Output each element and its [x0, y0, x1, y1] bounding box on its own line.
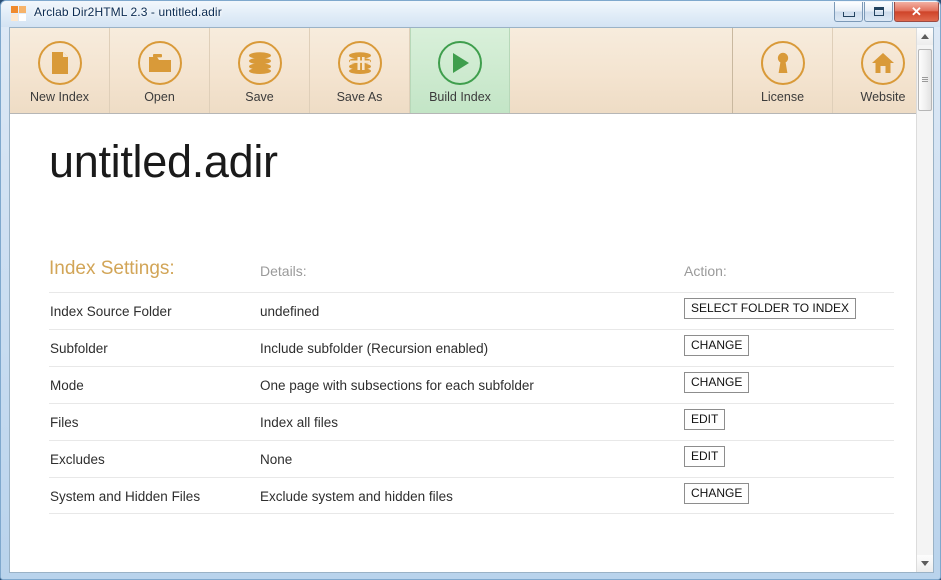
- window-title: Arclab Dir2HTML 2.3 - untitled.adir: [34, 5, 222, 19]
- toolbar-button-license[interactable]: License: [733, 28, 833, 113]
- application-window: Arclab Dir2HTML 2.3 - untitled.adir ✕ Ne…: [0, 0, 941, 580]
- setting-name: Files: [50, 415, 79, 430]
- toolbar-label: Save: [245, 90, 274, 104]
- setting-detail: undefined: [260, 304, 320, 319]
- scroll-thumb[interactable]: [918, 49, 932, 111]
- toolbar-label: Save As: [336, 90, 383, 104]
- table-row: Mode One page with subsections for each …: [49, 366, 894, 403]
- edit-excludes-button[interactable]: EDIT: [684, 446, 726, 467]
- toolbar-button-new-index[interactable]: New Index: [10, 28, 110, 113]
- close-button[interactable]: ✕: [894, 2, 939, 22]
- titlebar[interactable]: Arclab Dir2HTML 2.3 - untitled.adir ✕: [1, 1, 940, 27]
- toolbar-button-build-index[interactable]: Build Index: [410, 28, 510, 113]
- setting-detail: One page with subsections for each subfo…: [260, 378, 534, 393]
- column-header-settings: Index Settings:: [49, 258, 175, 279]
- minimize-icon: [842, 11, 855, 17]
- client-area: New Index Open Save Save As Build Index …: [9, 27, 934, 573]
- setting-detail: None: [260, 452, 293, 467]
- main-toolbar: New Index Open Save Save As Build Index …: [10, 28, 933, 114]
- edit-files-button[interactable]: EDIT: [684, 409, 726, 430]
- maximize-icon: [873, 7, 884, 16]
- setting-name: Mode: [50, 378, 84, 393]
- toolbar-label: Build Index: [429, 90, 491, 104]
- toolbar-button-save-as[interactable]: Save As: [310, 28, 410, 113]
- toolbar-label: License: [760, 90, 805, 104]
- scroll-thumb-grip: [922, 77, 928, 83]
- setting-action: CHANGE: [684, 335, 750, 356]
- setting-name: Excludes: [50, 452, 105, 467]
- toolbar-label: Open: [144, 90, 175, 104]
- toolbar-button-save[interactable]: Save: [210, 28, 310, 113]
- column-header-details: Details:: [260, 263, 307, 279]
- scroll-down-arrow-icon[interactable]: [917, 555, 933, 572]
- setting-name: Index Source Folder: [50, 304, 172, 319]
- arclab-logo-icon: [11, 6, 27, 22]
- open-folder-icon: [137, 41, 182, 85]
- play-build-icon: [438, 41, 482, 85]
- change-mode-button[interactable]: CHANGE: [684, 372, 750, 393]
- setting-action: EDIT: [684, 409, 726, 430]
- toolbar-label: Website: [860, 90, 906, 104]
- scroll-up-arrow-icon[interactable]: [917, 28, 933, 45]
- keyhole-license-icon: [760, 41, 805, 85]
- window-controls: ✕: [833, 2, 939, 23]
- setting-action: CHANGE: [684, 372, 750, 393]
- table-row: Files Index all files EDIT: [49, 403, 894, 440]
- setting-detail: Exclude system and hidden files: [260, 489, 453, 504]
- page-title: untitled.adir: [49, 136, 278, 187]
- close-icon: ✕: [911, 4, 922, 19]
- settings-table: Index Source Folder undefined SELECT FOL…: [49, 292, 894, 514]
- table-row: Index Source Folder undefined SELECT FOL…: [49, 292, 894, 329]
- table-row: Excludes None EDIT: [49, 440, 894, 477]
- column-headers: Index Settings: Details: Action:: [10, 258, 933, 288]
- setting-action: CHANGE: [684, 483, 750, 504]
- setting-name: Subfolder: [50, 341, 108, 356]
- table-row: Subfolder Include subfolder (Recursion e…: [49, 329, 894, 366]
- column-header-action: Action:: [684, 263, 727, 279]
- page-content: untitled.adir Index Settings: Details: A…: [10, 114, 933, 572]
- save-as-disk-stack-icon: [337, 41, 382, 85]
- toolbar-label: New Index: [29, 90, 90, 104]
- new-document-icon: [37, 41, 82, 85]
- toolbar-spacer: [510, 28, 733, 113]
- table-row: System and Hidden Files Exclude system a…: [49, 477, 894, 514]
- save-disk-stack-icon: [237, 41, 282, 85]
- setting-action: SELECT FOLDER TO INDEX: [684, 298, 857, 319]
- maximize-button[interactable]: [864, 2, 893, 22]
- setting-name: System and Hidden Files: [50, 489, 201, 504]
- change-system-hidden-files-button[interactable]: CHANGE: [684, 483, 750, 504]
- select-folder-to-index-button[interactable]: SELECT FOLDER TO INDEX: [684, 298, 857, 319]
- setting-detail: Include subfolder (Recursion enabled): [260, 341, 489, 356]
- setting-action: EDIT: [684, 446, 726, 467]
- toolbar-button-open[interactable]: Open: [110, 28, 210, 113]
- vertical-scrollbar[interactable]: [916, 28, 933, 572]
- home-website-icon: [861, 41, 905, 85]
- minimize-button[interactable]: [834, 2, 863, 22]
- setting-detail: Index all files: [260, 415, 339, 430]
- change-subfolder-button[interactable]: CHANGE: [684, 335, 750, 356]
